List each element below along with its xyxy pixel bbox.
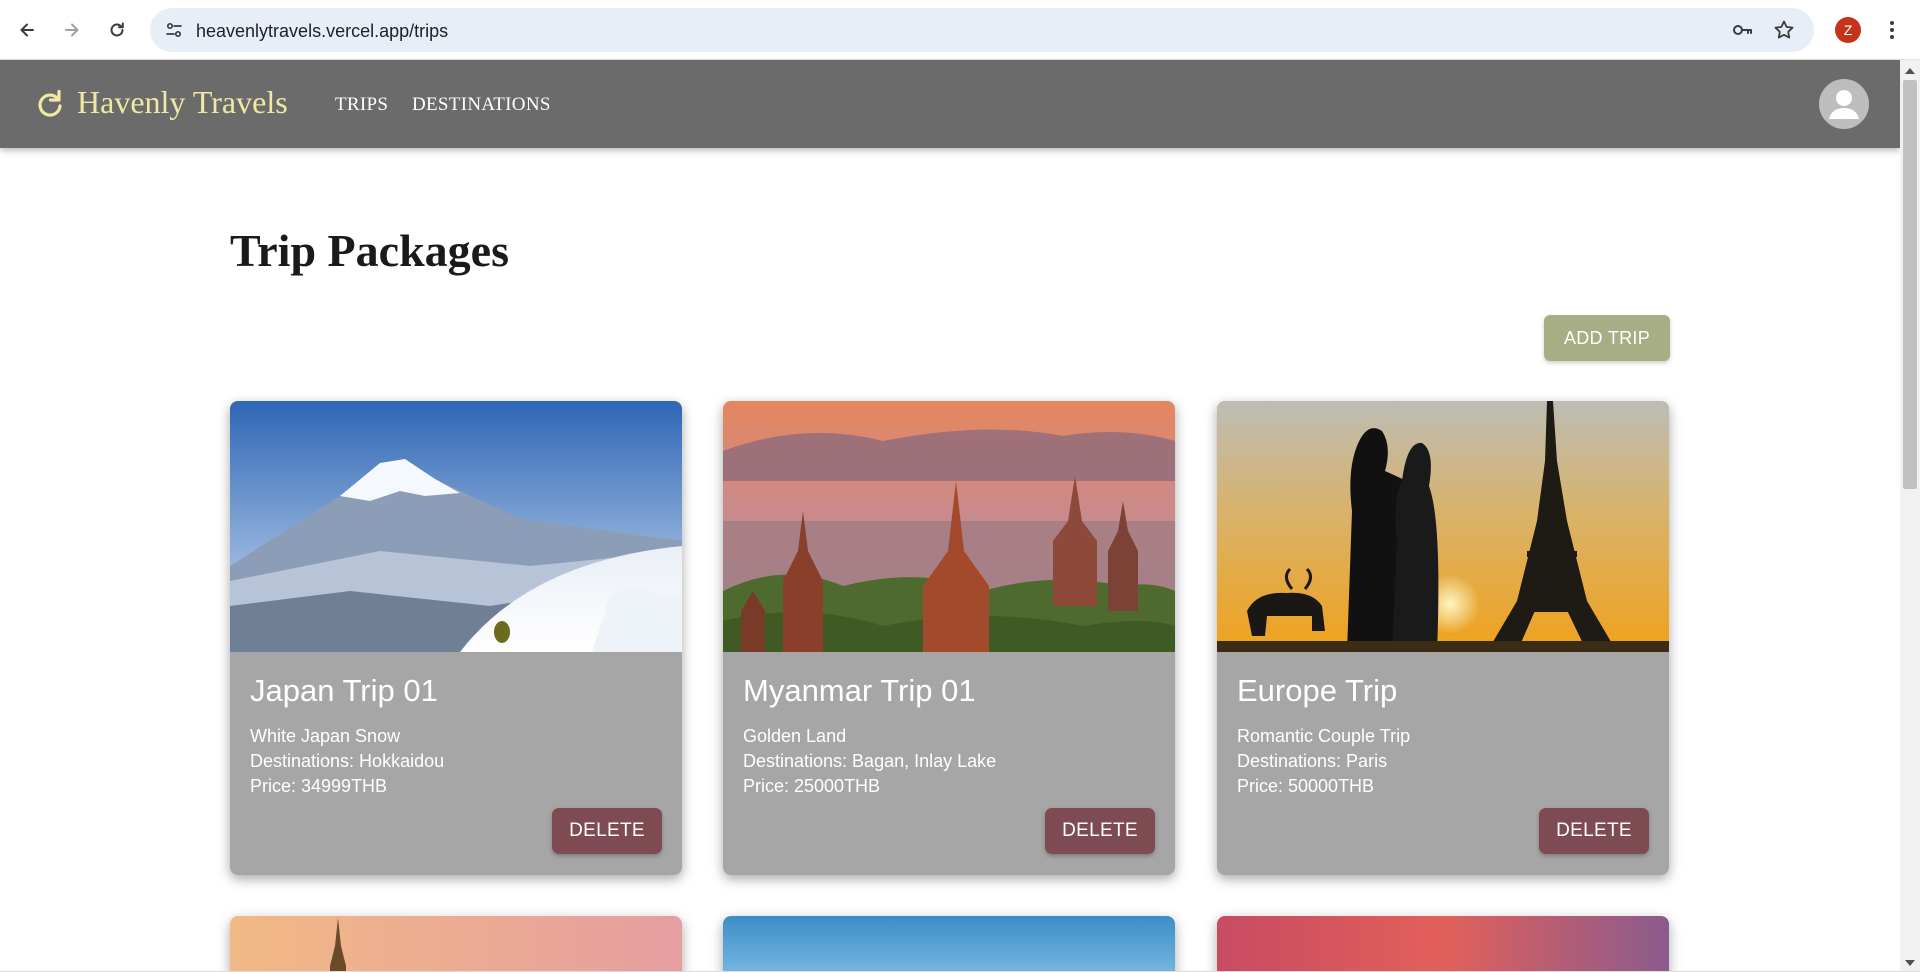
- bookmark-star-icon[interactable]: [1772, 18, 1796, 42]
- delete-trip-button[interactable]: DELETE: [1539, 808, 1649, 854]
- trip-subtitle: White Japan Snow: [250, 726, 401, 746]
- user-silhouette-icon: [1829, 90, 1859, 119]
- browser-toolbar: heavenlytravels.vercel.app/trips Z: [0, 0, 1920, 60]
- trip-card-japan[interactable]: Japan Trip 01 White Japan Snow Destinati…: [230, 401, 682, 875]
- scroll-down-arrow-icon[interactable]: [1904, 958, 1916, 968]
- user-avatar-button[interactable]: [1819, 79, 1869, 129]
- url-text[interactable]: heavenlytravels.vercel.app/trips: [196, 21, 448, 42]
- trip-price: Price: 50000THB: [1237, 776, 1375, 796]
- scroll-up-arrow-icon[interactable]: [1904, 66, 1916, 76]
- nav-link-trips[interactable]: TRIPS: [335, 94, 388, 116]
- trip-card-peek[interactable]: [723, 916, 1175, 972]
- profile-avatar-button[interactable]: Z: [1835, 17, 1861, 43]
- trip-destinations: Destinations: Bagan, Inlay Lake: [743, 751, 997, 771]
- delete-trip-button[interactable]: DELETE: [552, 808, 662, 854]
- reload-icon: [110, 22, 124, 37]
- nav-link-destinations[interactable]: DESTINATIONS: [412, 94, 551, 116]
- trip-price: Price: 25000THB: [743, 776, 881, 796]
- trip-title: Japan Trip 01: [250, 673, 438, 708]
- more-options-icon[interactable]: [1880, 17, 1904, 43]
- forward-arrow-icon: [65, 23, 79, 37]
- trip-subtitle: Romantic Couple Trip: [1237, 726, 1411, 746]
- trip-image-blue-sky: [723, 916, 1175, 972]
- delete-trip-button[interactable]: DELETE: [1045, 808, 1155, 854]
- trip-image-bagan-temples: [723, 401, 1175, 652]
- address-bar[interactable]: heavenlytravels.vercel.app/trips: [150, 8, 1814, 52]
- brand-name[interactable]: Havenly Travels: [77, 84, 288, 121]
- trip-card-myanmar[interactable]: Myanmar Trip 01 Golden Land Destinations…: [723, 401, 1175, 875]
- trip-destinations: Destinations: Paris: [1237, 751, 1388, 771]
- trip-title: Myanmar Trip 01: [743, 673, 976, 708]
- site-settings-icon[interactable]: [164, 20, 184, 40]
- app-header: Havenly Travels TRIPS DESTINATIONS: [0, 60, 1900, 148]
- back-button[interactable]: [10, 13, 44, 47]
- back-arrow-icon: [20, 23, 34, 37]
- trip-image-eiffel-couple: [1217, 401, 1669, 652]
- trip-subtitle: Golden Land: [743, 726, 847, 746]
- trip-image-red-clouds: [1217, 916, 1669, 972]
- add-trip-button[interactable]: ADD TRIP: [1544, 315, 1670, 361]
- logo-refresh-icon[interactable]: [34, 88, 66, 120]
- password-key-icon[interactable]: [1730, 18, 1754, 42]
- trip-price: Price: 34999THB: [250, 776, 388, 796]
- page-title: Trip Packages: [230, 225, 509, 276]
- reload-button[interactable]: [100, 13, 134, 47]
- trip-destinations: Destinations: Hokkaidou: [250, 751, 445, 771]
- trip-image-temple-spire: [230, 916, 682, 972]
- trip-image-snowy-mountain: [230, 401, 682, 652]
- trip-card-peek[interactable]: [1217, 916, 1669, 972]
- trip-card-peek[interactable]: [230, 916, 682, 972]
- trip-title: Europe Trip: [1237, 673, 1398, 708]
- trip-card-europe[interactable]: Europe Trip Romantic Couple Trip Destina…: [1217, 401, 1669, 875]
- forward-button[interactable]: [55, 13, 89, 47]
- scrollbar-thumb[interactable]: [1903, 80, 1917, 489]
